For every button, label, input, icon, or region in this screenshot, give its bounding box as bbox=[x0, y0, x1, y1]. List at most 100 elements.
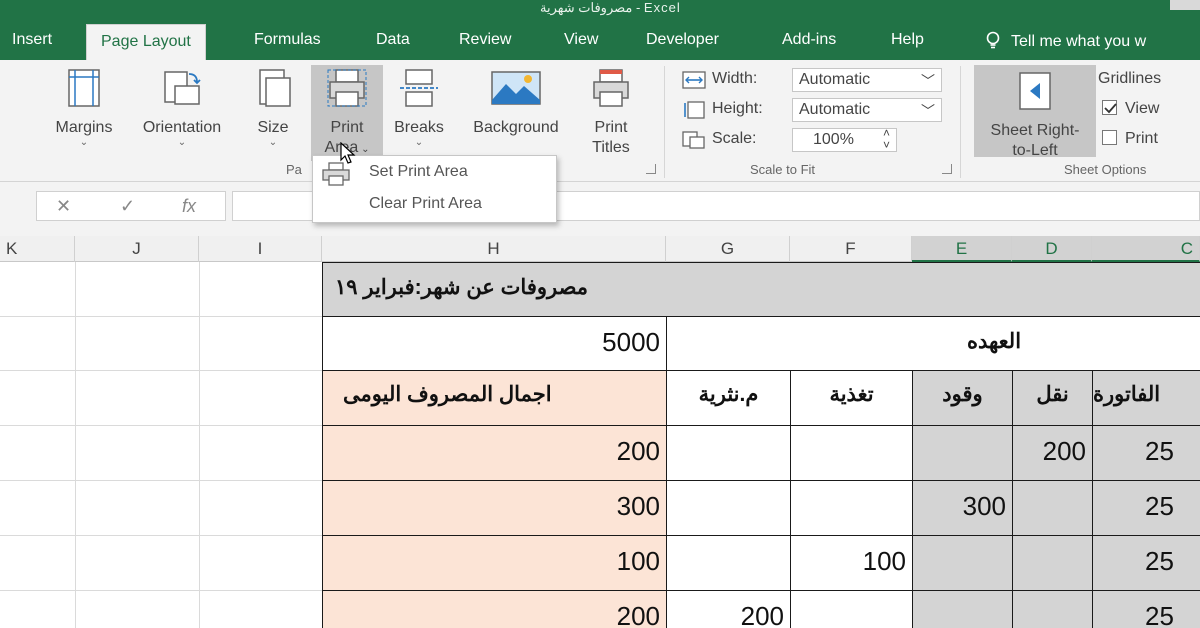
sheet-options-group-label: Sheet Options bbox=[1064, 162, 1147, 177]
ribbon-tabs: Insert Page Layout Formulas Data Review … bbox=[0, 22, 1200, 60]
gridline bbox=[0, 425, 322, 426]
group-separator bbox=[664, 66, 665, 178]
row1-fuel-cell[interactable] bbox=[912, 425, 1013, 481]
header-total-cell[interactable]: اجمال المصروف اليومى bbox=[322, 370, 667, 426]
height-value: Automatic bbox=[799, 101, 871, 118]
chevron-down-icon: ⌄ bbox=[358, 144, 370, 155]
column-header-i[interactable]: I bbox=[199, 236, 322, 262]
spinner-arrows-icon[interactable]: ˄ ˅ bbox=[883, 127, 890, 151]
scale-spinner[interactable]: 100% ˄ ˅ bbox=[792, 127, 897, 152]
header-fuel-cell[interactable]: وقود bbox=[912, 370, 1013, 426]
row4-fuel-cell[interactable] bbox=[912, 590, 1013, 628]
header-invoice-cell[interactable]: الفاتورة bbox=[1092, 370, 1200, 426]
size-button[interactable]: Size ⌄ bbox=[248, 68, 298, 148]
row4-total-cell[interactable]: 200 bbox=[322, 590, 667, 628]
tab-data[interactable]: Data bbox=[376, 31, 410, 49]
checkbox-unchecked-icon bbox=[1102, 130, 1117, 145]
print-titles-label-1: Print bbox=[594, 119, 628, 136]
gridline bbox=[0, 316, 322, 317]
row3-misc-cell[interactable] bbox=[666, 535, 791, 591]
enter-icon[interactable]: ✓ bbox=[120, 196, 135, 217]
column-header-e[interactable]: E bbox=[912, 236, 1012, 262]
sheet-rtl-label-1: Sheet Right- bbox=[990, 122, 1080, 139]
row3-fuel-cell[interactable] bbox=[912, 535, 1013, 591]
header-misc-cell[interactable]: م.نثرية bbox=[666, 370, 791, 426]
account-area[interactable] bbox=[1170, 0, 1200, 10]
background-image-icon bbox=[491, 71, 541, 105]
set-print-area-item[interactable]: Set Print Area bbox=[369, 163, 468, 181]
row2-food-cell[interactable] bbox=[790, 480, 913, 536]
orientation-button[interactable]: Orientation ⌄ bbox=[128, 68, 236, 148]
margins-icon bbox=[68, 69, 100, 107]
gridlines-print-checkbox[interactable]: Print bbox=[1102, 130, 1158, 148]
column-header-d[interactable]: D bbox=[1012, 236, 1092, 262]
width-select[interactable]: Automatic ﹀ bbox=[792, 68, 942, 92]
row1-invoice-cell[interactable]: 25 bbox=[1092, 425, 1200, 481]
margins-button[interactable]: Margins ⌄ bbox=[44, 68, 124, 148]
table-title-cell[interactable]: مصروفات عن شهر:فبراير ١٩ bbox=[322, 262, 1200, 317]
tab-developer[interactable]: Developer bbox=[646, 31, 719, 49]
formula-bar: ✕ ✓ fx bbox=[0, 182, 1200, 236]
breaks-label: Breaks bbox=[394, 119, 444, 136]
orientation-icon bbox=[164, 71, 201, 105]
scale-to-fit-launcher-icon[interactable] bbox=[942, 164, 952, 174]
custody-value-cell[interactable]: 5000 bbox=[322, 316, 667, 371]
row3-transport-cell[interactable] bbox=[1012, 535, 1093, 591]
page-breaks-icon bbox=[400, 69, 438, 107]
row1-transport-cell[interactable]: 200 bbox=[1012, 425, 1093, 481]
sheet-right-to-left-button[interactable]: Sheet Right- to-Left bbox=[974, 65, 1096, 159]
row2-fuel-cell[interactable]: 300 bbox=[912, 480, 1013, 536]
background-button[interactable]: Background bbox=[457, 68, 575, 138]
row2-invoice-cell[interactable]: 25 bbox=[1092, 480, 1200, 536]
page-setup-launcher-icon[interactable] bbox=[646, 164, 656, 174]
tab-page-layout[interactable]: Page Layout bbox=[86, 24, 206, 60]
gridline bbox=[0, 480, 322, 481]
row4-invoice-cell[interactable]: 25 bbox=[1092, 590, 1200, 628]
column-header-c[interactable]: C bbox=[1092, 236, 1200, 262]
expense-table: مصروفات عن شهر:فبراير ١٩ 5000 العهده اجم… bbox=[322, 262, 1200, 628]
clear-print-area-item[interactable]: Clear Print Area bbox=[369, 195, 482, 213]
column-headers: K J I H G F E D C bbox=[0, 236, 1200, 262]
row1-misc-cell[interactable] bbox=[666, 425, 791, 481]
row3-food-cell[interactable]: 100 bbox=[790, 535, 913, 591]
row4-transport-cell[interactable] bbox=[1012, 590, 1093, 628]
tab-view[interactable]: View bbox=[564, 31, 598, 49]
column-header-g[interactable]: G bbox=[666, 236, 790, 262]
row2-total-cell[interactable]: 300 bbox=[322, 480, 667, 536]
print-area-icon bbox=[327, 69, 367, 107]
row3-invoice-cell[interactable]: 25 bbox=[1092, 535, 1200, 591]
header-transport-cell[interactable]: نقل bbox=[1012, 370, 1093, 426]
insert-function-icon[interactable]: fx bbox=[182, 196, 196, 217]
header-food-cell[interactable]: تغذية bbox=[790, 370, 913, 426]
custody-label-cell[interactable]: العهده bbox=[666, 316, 1200, 371]
tell-me-search[interactable]: Tell me what you w bbox=[985, 31, 1146, 51]
print-titles-button[interactable]: Print Titles bbox=[580, 68, 642, 158]
sheet-rtl-label-2: to-Left bbox=[1012, 142, 1058, 159]
column-header-h[interactable]: H bbox=[322, 236, 666, 262]
breaks-button[interactable]: Breaks ⌄ bbox=[386, 68, 452, 148]
row1-food-cell[interactable] bbox=[790, 425, 913, 481]
gridlines-view-checkbox[interactable]: View bbox=[1102, 100, 1159, 118]
tab-review[interactable]: Review bbox=[459, 31, 511, 49]
height-select[interactable]: Automatic ﹀ bbox=[792, 98, 942, 122]
row4-misc-cell[interactable]: 200 bbox=[666, 590, 791, 628]
tab-help[interactable]: Help bbox=[891, 31, 924, 49]
row2-misc-cell[interactable] bbox=[666, 480, 791, 536]
row2-transport-cell[interactable] bbox=[1012, 480, 1093, 536]
tab-formulas[interactable]: Formulas bbox=[254, 31, 321, 49]
tab-insert[interactable]: Insert bbox=[12, 31, 52, 49]
column-header-f[interactable]: F bbox=[790, 236, 912, 262]
column-header-j[interactable]: J bbox=[75, 236, 199, 262]
width-value: Automatic bbox=[799, 71, 871, 88]
row1-total-cell[interactable]: 200 bbox=[322, 425, 667, 481]
cancel-icon[interactable]: ✕ bbox=[56, 196, 71, 217]
tab-add-ins[interactable]: Add-ins bbox=[782, 31, 836, 49]
row3-total-cell[interactable]: 100 bbox=[322, 535, 667, 591]
title-bar: مصروفات شهرية - Excel bbox=[0, 0, 1200, 22]
row4-food-cell[interactable] bbox=[790, 590, 913, 628]
gridlines-print-label: Print bbox=[1125, 130, 1158, 147]
group-separator bbox=[960, 66, 961, 178]
chevron-down-icon: ⌄ bbox=[79, 137, 89, 148]
column-header-k[interactable]: K bbox=[0, 236, 75, 262]
gridlines-heading: Gridlines bbox=[1098, 70, 1162, 87]
